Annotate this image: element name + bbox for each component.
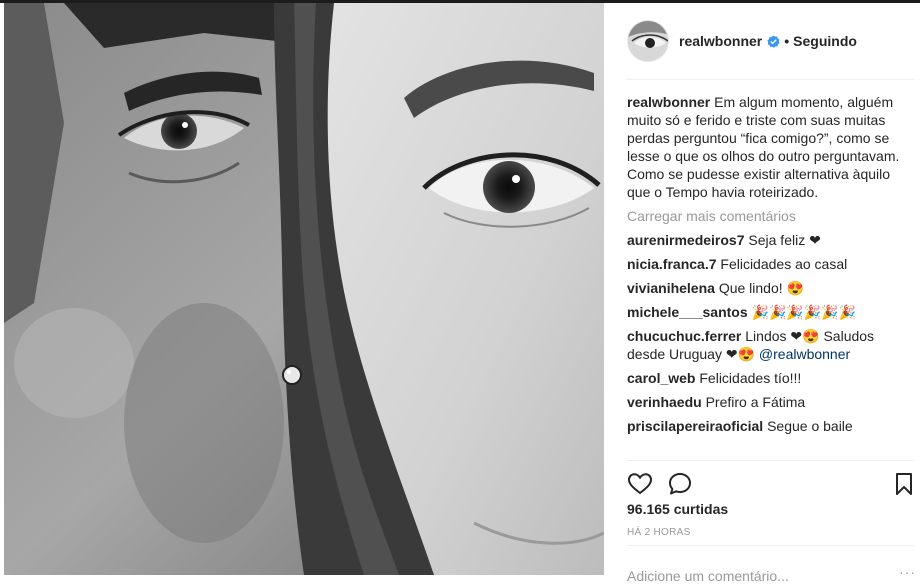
post-side-panel: realwbonner • Seguindo realwbonner Em al… bbox=[604, 3, 920, 584]
comment-item: chucuchuc.ferrer Lindos ❤😍 Saludos desde… bbox=[627, 327, 914, 363]
comment-item: michele___santos 🎉🎉🎉🎉🎉🎉 bbox=[627, 303, 914, 321]
avatar-image bbox=[628, 21, 668, 61]
comment-username[interactable]: chucuchuc.ferrer bbox=[627, 328, 741, 344]
comment-text: Segue o baile bbox=[767, 418, 853, 434]
comment-icon[interactable] bbox=[667, 471, 693, 497]
comment-item: aurenirmedeiros7 Seja feliz ❤ bbox=[627, 231, 914, 249]
bookmark-icon[interactable] bbox=[891, 471, 917, 497]
comment-username[interactable]: verinhaedu bbox=[627, 394, 702, 410]
load-more-comments-link[interactable]: Carregar mais comentários bbox=[627, 207, 914, 225]
comment-item: vivianihelena Que lindo! 😍 bbox=[627, 279, 914, 297]
add-comment-input[interactable]: Adicione um comentário... bbox=[627, 545, 914, 585]
post-caption: realwbonner Em algum momento, alguém mui… bbox=[627, 93, 914, 201]
heart-icon[interactable] bbox=[627, 471, 653, 497]
comment-item: verinhaedu Prefiro a Fátima bbox=[627, 393, 914, 411]
author-username[interactable]: realwbonner bbox=[679, 33, 762, 49]
action-bar bbox=[627, 460, 914, 500]
comment-username[interactable]: carol_web bbox=[627, 370, 695, 386]
comment-text: Seja feliz ❤ bbox=[748, 232, 821, 248]
post-photo-illustration bbox=[4, 3, 604, 575]
comment-text: 🎉🎉🎉🎉🎉🎉 bbox=[751, 304, 857, 320]
more-options-icon[interactable]: ··· bbox=[899, 564, 916, 580]
comment-item: carol_web Felicidades tío!!! bbox=[627, 369, 914, 387]
post-header: realwbonner • Seguindo bbox=[627, 20, 914, 80]
comment-text: Prefiro a Fátima bbox=[705, 394, 806, 410]
post-photo[interactable] bbox=[4, 3, 604, 575]
comment-text: Que lindo! 😍 bbox=[718, 280, 804, 296]
comment-username[interactable]: nicia.franca.7 bbox=[627, 256, 717, 272]
likes-count[interactable]: 96.165 curtidas bbox=[627, 501, 728, 517]
comment-mention-link[interactable]: @realwbonner bbox=[759, 346, 850, 362]
verified-icon bbox=[767, 34, 780, 48]
comments-list: realwbonner Em algum momento, alguém mui… bbox=[627, 93, 914, 460]
header-separator: • bbox=[784, 33, 790, 49]
comment-username[interactable]: priscilapereiraoficial bbox=[627, 418, 763, 434]
comment-item: nicia.franca.7 Felicidades ao casal bbox=[627, 255, 914, 273]
follow-status-button[interactable]: Seguindo bbox=[793, 33, 857, 49]
comment-username[interactable]: aurenirmedeiros7 bbox=[627, 232, 745, 248]
comment-username[interactable]: michele___santos bbox=[627, 304, 748, 320]
comment-username[interactable]: vivianihelena bbox=[627, 280, 715, 296]
caption-username[interactable]: realwbonner bbox=[627, 94, 710, 110]
post-timestamp[interactable]: HÁ 2 HORAS bbox=[627, 527, 691, 538]
author-avatar[interactable] bbox=[627, 20, 669, 62]
comment-item: priscilapereiraoficial Segue o baile bbox=[627, 417, 914, 435]
header-text: realwbonner • Seguindo bbox=[679, 33, 857, 49]
comment-text: Felicidades ao casal bbox=[720, 256, 848, 272]
comment-text: Felicidades tío!!! bbox=[699, 370, 802, 386]
